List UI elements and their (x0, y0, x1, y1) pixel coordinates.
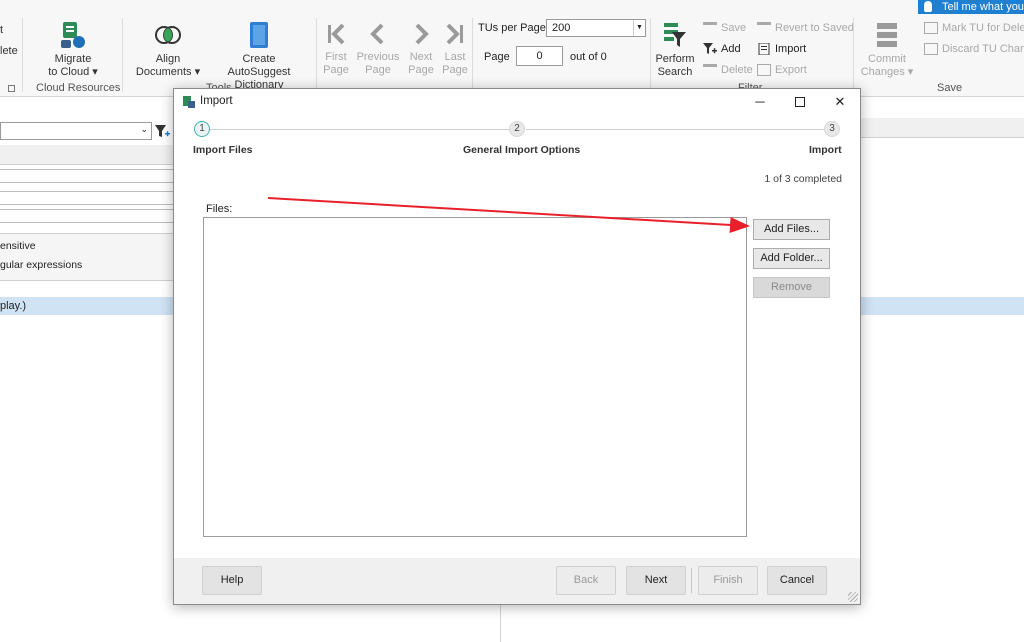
import-dialog: Import ─ ✕ 1 2 3 Import Files General Im… (173, 88, 861, 605)
revert-filter-icon (757, 22, 771, 34)
last-page-icon (446, 23, 463, 45)
add-folder-button[interactable]: Add Folder... (753, 248, 830, 269)
case-sensitive-checkbox-label[interactable]: ensitive (0, 240, 36, 252)
remove-button[interactable]: Remove (753, 277, 830, 298)
migrate-to-cloud-button[interactable]: Migrate to Cloud ▾ (40, 20, 106, 79)
revert-to-saved-button[interactable]: Revert to Saved (757, 22, 854, 34)
cancel-button[interactable]: Cancel (767, 566, 827, 595)
ribbon: Tell me what you t lete Migrate to Cloud… (0, 0, 1024, 97)
options-area: ensitive gular expressions (0, 233, 174, 281)
step-2-label: General Import Options (463, 144, 581, 156)
dialog-title: Import (200, 95, 233, 107)
previous-page-button[interactable]: Previous Page (356, 22, 400, 77)
separator (853, 18, 854, 92)
dictionary-book-icon (250, 22, 268, 48)
step-connector (526, 129, 826, 130)
filter-add-icon (703, 43, 717, 54)
filter-export-icon (757, 64, 771, 76)
save-group-label: Save (937, 82, 963, 94)
step-connector (210, 129, 510, 130)
commit-changes-button[interactable]: Commit Changes ▾ (860, 20, 914, 79)
add-files-button[interactable]: Add Files... (753, 219, 830, 240)
lightbulb-icon (924, 1, 932, 12)
filter-export-button[interactable]: Export (757, 64, 807, 76)
filter-save-button[interactable]: Save (703, 22, 746, 34)
step-1-label: Import Files (193, 144, 253, 156)
filter-import-icon (758, 43, 770, 55)
step-2-indicator: 2 (509, 121, 525, 137)
maximize-button[interactable] (787, 92, 813, 112)
previous-page-icon (370, 23, 384, 45)
mark-tu-icon (924, 22, 938, 34)
back-button[interactable]: Back (556, 566, 616, 595)
commit-changes-icon (877, 23, 897, 47)
last-page-button[interactable]: Last Page (440, 22, 470, 77)
cut-off-button[interactable]: t lete (0, 24, 18, 58)
align-documents-icon (155, 26, 181, 44)
next-page-button[interactable]: Next Page (404, 22, 438, 77)
first-page-icon (328, 23, 345, 45)
separator (316, 18, 317, 92)
close-icon: ✕ (834, 94, 846, 109)
search-field[interactable] (0, 169, 174, 183)
out-of-label: out of 0 (570, 51, 607, 63)
dialog-launcher-icon[interactable] (8, 85, 15, 92)
perform-search-button[interactable]: Perform Search (652, 20, 698, 79)
discard-tu-icon (924, 43, 938, 55)
next-button[interactable]: Next (626, 566, 686, 595)
separator (650, 18, 651, 92)
close-button[interactable]: ✕ (827, 92, 853, 112)
pane-header-bar (0, 145, 174, 165)
discard-tu-changes-button[interactable]: Discard TU Change (924, 43, 1024, 55)
step-3-indicator: 3 (824, 121, 840, 137)
step-3-label: Import (809, 144, 842, 156)
next-page-icon (415, 23, 429, 45)
filter-delete-icon (703, 64, 717, 76)
regex-checkbox-label[interactable]: gular expressions (0, 259, 82, 271)
content-header-bar (860, 118, 1024, 138)
dialog-titlebar[interactable]: Import ─ ✕ (174, 89, 860, 115)
tell-me-text: Tell me what you (942, 1, 1024, 13)
dropdown-arrow-icon: ▼ (633, 20, 645, 36)
option-field[interactable] (0, 209, 174, 223)
search-dropdown[interactable]: ⌄ (0, 122, 152, 140)
cloud-migrate-icon (61, 22, 85, 48)
resize-grip[interactable] (848, 592, 858, 602)
separator (472, 18, 473, 92)
finish-button[interactable]: Finish (698, 566, 758, 595)
filter-import-button[interactable]: Import (757, 43, 806, 55)
pane-divider (500, 604, 501, 642)
mark-tu-for-deletion-button[interactable]: Mark TU for Deleti (924, 22, 1024, 34)
step-1-indicator: 1 (194, 121, 210, 137)
filter-add-button[interactable]: Add (703, 43, 741, 55)
separator (122, 18, 123, 92)
progress-text: 1 of 3 completed (764, 173, 842, 185)
filter-icon[interactable] (155, 125, 171, 139)
help-button[interactable]: Help (202, 566, 262, 595)
filter-delete-button[interactable]: Delete (703, 64, 753, 76)
chevron-down-icon: ⌄ (140, 124, 148, 134)
tus-per-page-label: TUs per Page: (478, 22, 549, 34)
minimize-button[interactable]: ─ (747, 92, 773, 112)
app-window: Tell me what you t lete Migrate to Cloud… (0, 0, 1024, 642)
perform-search-icon (664, 23, 686, 47)
tus-per-page-select[interactable]: 200 ▼ (546, 19, 646, 37)
files-label: Files: (206, 203, 233, 215)
maximize-icon (795, 97, 805, 107)
import-app-icon (183, 96, 195, 108)
files-list[interactable] (203, 217, 747, 537)
align-documents-button[interactable]: Align Documents ▾ (134, 22, 202, 79)
footer-separator (691, 568, 692, 593)
search-pane: ⌄ ensitive gular expressions (0, 97, 174, 642)
page-label: Page (484, 51, 510, 63)
page-number-input[interactable]: 0 (516, 46, 563, 66)
first-page-button[interactable]: First Page (320, 22, 352, 77)
separator (22, 18, 23, 92)
cloud-resources-group-label: Cloud Resources (36, 82, 121, 94)
tell-me-box[interactable]: Tell me what you (918, 0, 1024, 14)
dialog-footer: Help Back Next Finish Cancel (174, 558, 860, 604)
replace-field[interactable] (0, 191, 174, 205)
filter-save-icon (703, 22, 717, 34)
